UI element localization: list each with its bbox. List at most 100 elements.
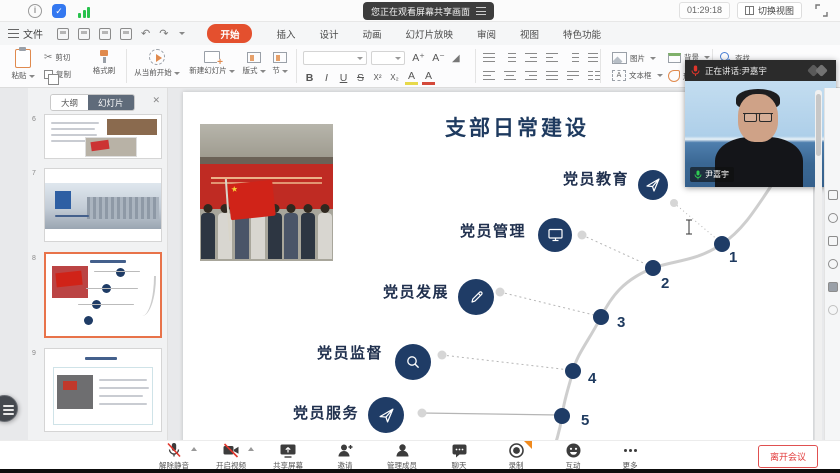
start-video-button[interactable]: 开启视频 bbox=[209, 442, 254, 471]
unmute-button[interactable]: 解除静音 bbox=[152, 442, 197, 471]
tab-special-features[interactable]: 特色功能 bbox=[563, 27, 601, 41]
hamburger-icon bbox=[8, 29, 19, 38]
export-icon[interactable] bbox=[99, 27, 111, 40]
font-size-select[interactable] bbox=[371, 51, 405, 65]
properties-panel-icon[interactable] bbox=[828, 190, 838, 200]
slide-thumbnail-6[interactable] bbox=[44, 114, 162, 159]
strikethrough-button[interactable]: S bbox=[354, 72, 367, 84]
print-icon[interactable] bbox=[78, 27, 90, 40]
picture-button[interactable]: 图片 bbox=[612, 52, 656, 64]
record-button[interactable]: 录制 bbox=[494, 441, 538, 471]
copy-button[interactable]: 复制 bbox=[44, 69, 71, 85]
meeting-info-icon[interactable]: i bbox=[28, 4, 42, 18]
highlight-color-button[interactable]: A bbox=[405, 70, 418, 85]
numbered-list-icon[interactable] bbox=[504, 52, 516, 63]
floating-list-button[interactable] bbox=[0, 395, 18, 422]
watermark-logo bbox=[805, 64, 831, 77]
justify-icon[interactable] bbox=[546, 70, 558, 81]
slide-number: 7 bbox=[32, 170, 36, 177]
layout-button[interactable]: 版式 bbox=[240, 49, 268, 76]
play-from-current-button[interactable]: 从当前开始 bbox=[132, 49, 182, 78]
subscript-button[interactable]: X₂ bbox=[388, 73, 401, 82]
format-painter-icon bbox=[99, 50, 109, 63]
slide-thumbnail-9[interactable] bbox=[44, 348, 162, 432]
scrollbar-thumb[interactable] bbox=[816, 94, 821, 156]
image-panel-icon[interactable] bbox=[828, 282, 838, 292]
status-menu-icon[interactable] bbox=[476, 7, 487, 15]
shapes-icon bbox=[668, 70, 680, 82]
section-button[interactable]: 节 bbox=[270, 49, 290, 76]
video-options-caret-icon[interactable] bbox=[248, 447, 254, 451]
quick-access-caret-icon[interactable] bbox=[179, 32, 186, 35]
tab-home[interactable]: 开始 bbox=[207, 24, 253, 43]
redo-icon[interactable]: ↷ bbox=[159, 28, 168, 40]
tab-outline[interactable]: 大纲 bbox=[51, 95, 89, 110]
leave-meeting-button[interactable]: 离开会议 bbox=[757, 445, 818, 468]
more-button[interactable]: 更多 bbox=[608, 442, 652, 471]
layout-grid-icon bbox=[744, 6, 754, 15]
textbox-button[interactable]: A 文本框 bbox=[612, 70, 663, 81]
font-color-button[interactable]: A bbox=[422, 70, 435, 85]
tab-animation[interactable]: 动画 bbox=[362, 27, 381, 41]
decrease-indent-icon[interactable] bbox=[525, 52, 537, 63]
copy-icon bbox=[44, 70, 59, 85]
webcam-panel[interactable]: 正在讲话:尹嘉宇 尹嘉宇 bbox=[685, 60, 836, 187]
switch-view-button[interactable]: 切换视图 bbox=[736, 2, 802, 19]
cut-button[interactable]: ✂ 剪切 bbox=[44, 52, 70, 63]
font-family-select[interactable] bbox=[303, 51, 367, 65]
panel-close-icon[interactable]: ✕ bbox=[152, 95, 160, 105]
animation-panel-icon[interactable] bbox=[828, 213, 838, 223]
increase-font-icon[interactable]: A⁺ bbox=[412, 52, 425, 64]
item-label-education: 党员教育 bbox=[563, 171, 630, 188]
tab-design[interactable]: 设计 bbox=[319, 27, 338, 41]
invite-button[interactable]: 邀请 bbox=[323, 442, 367, 471]
tab-slideshow[interactable]: 幻灯片放映 bbox=[406, 27, 454, 41]
tab-slides[interactable]: 幻灯片 bbox=[88, 95, 134, 110]
align-left-icon[interactable] bbox=[483, 70, 495, 81]
tab-view[interactable]: 视图 bbox=[520, 27, 539, 41]
decrease-font-icon[interactable]: A⁻ bbox=[432, 52, 445, 64]
share-screen-button[interactable]: 共享屏幕 bbox=[266, 442, 310, 471]
superscript-button[interactable]: X² bbox=[371, 73, 384, 82]
help-panel-icon[interactable] bbox=[828, 305, 838, 315]
new-slide-button[interactable]: 新建幻灯片 bbox=[188, 49, 236, 76]
columns-icon[interactable] bbox=[588, 70, 600, 81]
tab-review[interactable]: 审阅 bbox=[477, 27, 496, 41]
tab-insert[interactable]: 插入 bbox=[276, 27, 295, 41]
save-icon[interactable] bbox=[57, 27, 69, 40]
manage-members-button[interactable]: 管理成员 bbox=[380, 442, 424, 471]
clear-format-icon[interactable]: ◢ bbox=[452, 53, 460, 64]
item-label-development: 党员发展 bbox=[383, 284, 450, 301]
interact-button[interactable]: 互动 bbox=[551, 442, 595, 471]
paste-button[interactable]: 粘贴 bbox=[8, 47, 38, 81]
distribute-icon[interactable] bbox=[567, 70, 579, 81]
quick-access-toolbar: ↶ ↷ bbox=[57, 27, 186, 40]
line-spacing-icon[interactable] bbox=[567, 52, 579, 63]
wps-ribbon-tab-row: 文件 ↶ ↷ 开始 插入 设计 动画 幻灯片放映 审阅 视图 特色功能 bbox=[0, 22, 840, 45]
text-direction-icon[interactable] bbox=[588, 52, 600, 63]
refresh-panel-icon[interactable] bbox=[828, 259, 838, 269]
step-number-1: 1 bbox=[729, 249, 737, 266]
underline-button[interactable]: U bbox=[337, 72, 350, 84]
vertical-scrollbar[interactable] bbox=[815, 90, 822, 458]
italic-button[interactable]: I bbox=[320, 72, 333, 84]
bullet-list-icon[interactable] bbox=[483, 52, 495, 63]
webcam-header: 正在讲话:尹嘉宇 bbox=[685, 60, 836, 81]
file-menu-button[interactable]: 文件 bbox=[8, 26, 43, 41]
format-painter-button[interactable]: 格式刷 bbox=[90, 50, 118, 76]
chat-button[interactable]: 聊天 bbox=[437, 442, 481, 471]
bold-button[interactable]: B bbox=[303, 72, 316, 84]
increase-indent-icon[interactable] bbox=[546, 52, 558, 63]
slide-thumbnail-7[interactable] bbox=[44, 168, 162, 242]
align-center-icon[interactable] bbox=[504, 70, 516, 81]
mic-options-caret-icon[interactable] bbox=[191, 447, 197, 451]
slide-thumbnail-8-selected[interactable] bbox=[44, 252, 162, 338]
right-tool-strip bbox=[824, 88, 840, 460]
preview-icon[interactable] bbox=[120, 27, 132, 40]
align-right-icon[interactable] bbox=[525, 70, 537, 81]
chat-icon bbox=[452, 444, 466, 458]
undo-icon[interactable]: ↶ bbox=[141, 28, 150, 40]
security-shield-icon[interactable]: ✓ bbox=[52, 4, 66, 18]
fullscreen-expand-icon[interactable] bbox=[815, 4, 828, 17]
selection-pane-icon[interactable] bbox=[828, 236, 838, 246]
